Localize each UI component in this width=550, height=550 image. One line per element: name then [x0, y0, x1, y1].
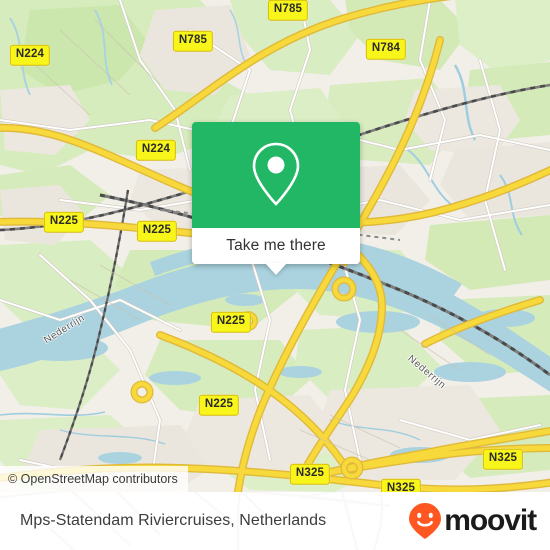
- road-shield: N225: [136, 220, 178, 242]
- map-screenshot-page: N224 N785 N785 N784 N224 N225 N225 N225 …: [0, 0, 550, 550]
- road-shield: N225: [198, 394, 240, 416]
- popup-pointer-tail: [265, 263, 287, 275]
- road-shield: N325: [380, 478, 422, 492]
- road-shield: N784: [365, 38, 407, 60]
- footer-content: Mps-Statendam Riviercruises, Netherlands…: [0, 492, 550, 550]
- road-shield: N785: [172, 30, 214, 52]
- map-canvas[interactable]: N224 N785 N785 N784 N224 N225 N225 N225 …: [0, 0, 550, 492]
- road-shield: N325: [482, 448, 524, 470]
- road-shield: N224: [9, 44, 51, 66]
- road-shield: N225: [43, 211, 85, 233]
- page-title: Mps-Statendam Riviercruises, Netherlands: [20, 512, 327, 529]
- moovit-smiley-pin-icon: [409, 503, 442, 539]
- moovit-logo[interactable]: moovit: [408, 502, 537, 540]
- road-shield: N225: [210, 311, 252, 333]
- road-shield: N224: [135, 139, 177, 161]
- popup-image-placeholder: [192, 122, 360, 228]
- map-attribution[interactable]: © OpenStreetMap contributors: [0, 466, 188, 492]
- popup-cta-row[interactable]: Take me there: [192, 228, 360, 264]
- place-popup-card[interactable]: Take me there: [192, 122, 360, 275]
- map-attribution-text: © OpenStreetMap contributors: [8, 472, 178, 486]
- location-pin-icon: [252, 142, 300, 206]
- popup-cta-label: Take me there: [226, 237, 326, 254]
- moovit-wordmark: moovit: [444, 504, 537, 537]
- road-shield: N325: [289, 463, 331, 485]
- footer-bar: Mps-Statendam Riviercruises, Netherlands…: [0, 492, 550, 550]
- road-shield: N785: [267, 0, 309, 21]
